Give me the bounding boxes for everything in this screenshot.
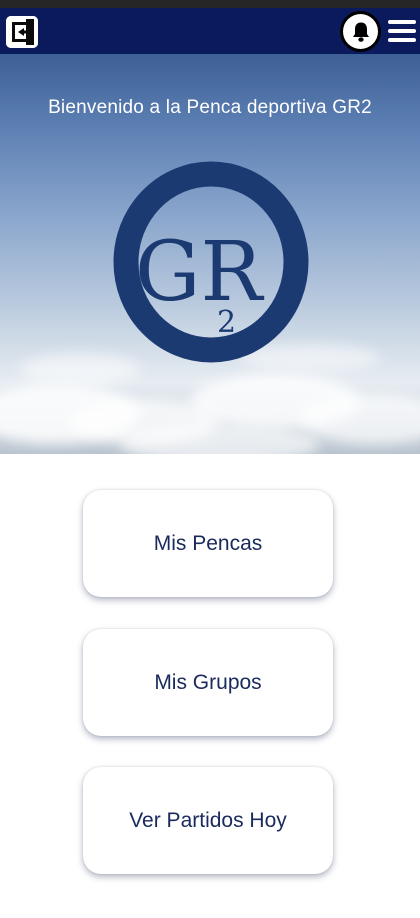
mis-grupos-button[interactable]: Mis Grupos [83, 629, 333, 736]
welcome-title: Bienvenido a la Penca deportiva GR2 [48, 97, 372, 118]
svg-text:2: 2 [217, 305, 236, 340]
svg-text:GR: GR [135, 225, 265, 320]
notifications-button[interactable] [340, 11, 381, 52]
notifications-button-face [343, 14, 378, 49]
logout-icon [6, 16, 38, 48]
menu-bar-middle [388, 29, 416, 33]
logout-button[interactable] [6, 16, 38, 48]
hamburger-menu-icon[interactable] [388, 20, 416, 42]
bell-icon [352, 22, 369, 42]
hero-banner: Bienvenido a la Penca deportiva GR2 GR 2 [0, 54, 420, 454]
menu-bar-bottom [388, 38, 416, 42]
cloud [300, 394, 420, 444]
gr2-logo: GR 2 [113, 161, 309, 363]
status-strip [0, 0, 420, 8]
ver-partidos-hoy-button[interactable]: Ver Partidos Hoy [83, 767, 333, 874]
top-navbar [0, 8, 420, 54]
menu-bar-top [388, 20, 416, 24]
mis-pencas-button[interactable]: Mis Pencas [83, 490, 333, 597]
